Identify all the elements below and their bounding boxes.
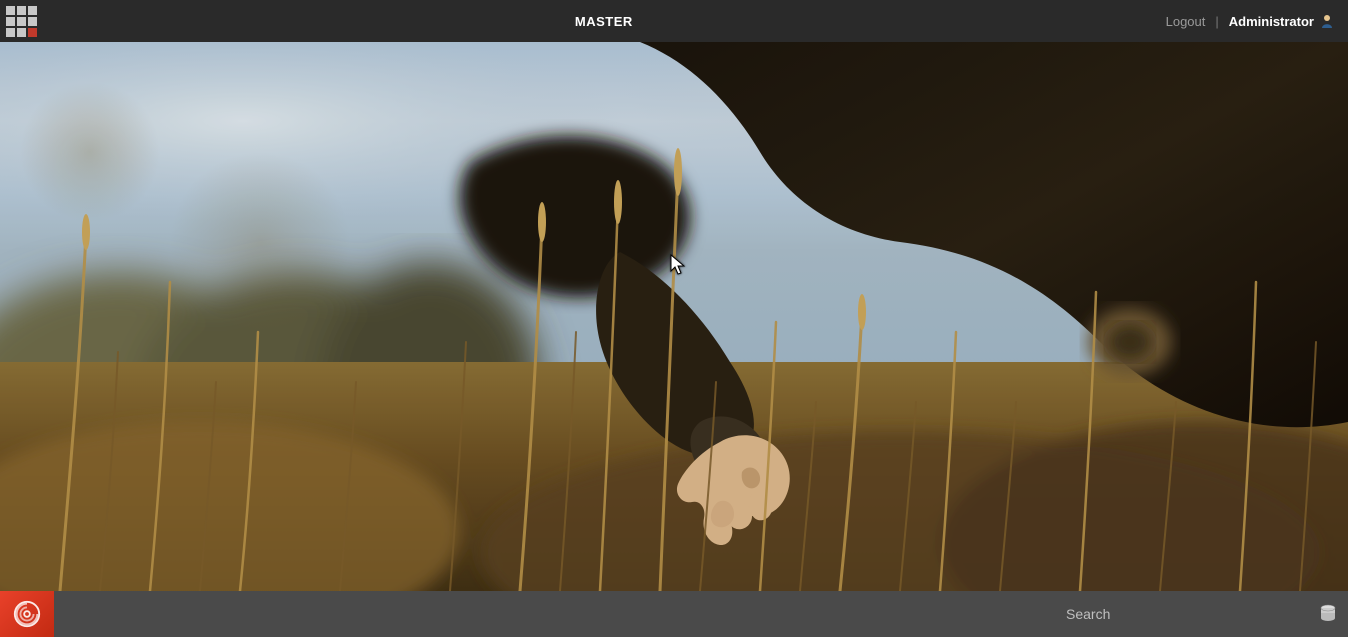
database-icon-button[interactable] <box>1308 591 1348 637</box>
top-bar: MASTER Logout | Administrator <box>0 0 1348 42</box>
logout-link[interactable]: Logout <box>1166 14 1206 29</box>
avatar-icon <box>1320 14 1334 28</box>
logo-button[interactable] <box>0 591 54 637</box>
apps-menu-button[interactable] <box>0 0 42 42</box>
user-label: Administrator <box>1229 14 1314 29</box>
database-icon <box>1318 604 1338 624</box>
swirl-logo-icon <box>12 599 42 629</box>
apps-grid-icon <box>6 6 37 37</box>
separator: | <box>1215 14 1218 29</box>
top-right-controls: Logout | Administrator <box>1166 14 1348 29</box>
user-menu[interactable]: Administrator <box>1229 14 1334 29</box>
search-input[interactable] <box>1062 600 1302 628</box>
hero-image <box>0 42 1348 591</box>
page-title: MASTER <box>42 14 1166 29</box>
bottom-bar <box>0 591 1348 637</box>
